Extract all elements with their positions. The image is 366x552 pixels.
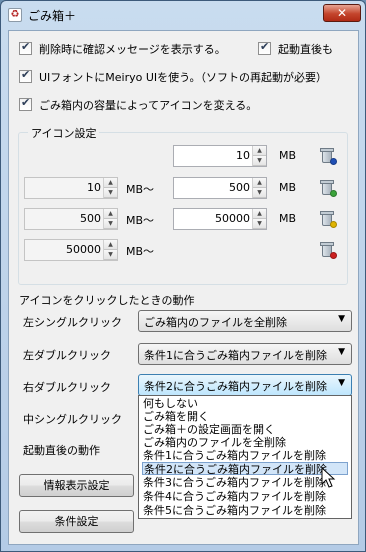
spin-up-icon[interactable]: ▲ bbox=[104, 178, 117, 188]
left-single-value: ごみ箱内のファイルを全削除 bbox=[144, 316, 287, 329]
dropdown-option[interactable]: ごみ箱＋の設定画面を開く bbox=[142, 423, 348, 436]
dropdown-option[interactable]: 何もしない bbox=[142, 397, 348, 410]
dropdown-option[interactable]: 条件1に合うごみ箱内ファイルを削除 bbox=[142, 449, 348, 462]
meiryo-font-checkbox[interactable] bbox=[19, 68, 32, 83]
dialog-body: 削除時に確認メッセージを表示する。 起動直後も UIフォントにMeiryo UI… bbox=[8, 30, 359, 545]
dropdown-option[interactable]: 条件3に合うごみ箱内ファイルを削除 bbox=[142, 476, 348, 489]
icon-settings-title: アイコン設定 bbox=[28, 125, 100, 141]
condition-settings-button[interactable]: 条件設定 bbox=[19, 510, 134, 533]
action-dropdown-list[interactable]: 何もしない ごみ箱を開く ごみ箱＋の設定画面を開く ごみ箱内のファイルを全削除 … bbox=[138, 395, 352, 519]
spin-down-icon[interactable]: ▼ bbox=[253, 188, 266, 198]
dropdown-option[interactable]: 条件5に合うごみ箱内ファイルを削除 bbox=[142, 504, 348, 517]
trash-empty-icon[interactable] bbox=[320, 148, 337, 165]
right-double-value: 条件2に合うごみ箱内ファイルを削除 bbox=[144, 380, 327, 393]
spin-down-icon[interactable]: ▼ bbox=[104, 188, 117, 198]
spin-up-icon[interactable]: ▲ bbox=[253, 209, 266, 219]
chevron-down-icon: ▼ bbox=[338, 314, 345, 324]
spin-down-icon[interactable]: ▼ bbox=[253, 156, 266, 166]
trash-full-icon[interactable] bbox=[320, 242, 337, 259]
spin-up-icon[interactable]: ▲ bbox=[104, 240, 117, 250]
row4-from-spinner[interactable]: 50000 ▲ ▼ bbox=[24, 239, 118, 261]
spin-down-icon[interactable]: ▼ bbox=[104, 250, 117, 260]
left-double-label: 左ダブルクリック bbox=[23, 349, 111, 362]
trash-low-icon[interactable] bbox=[320, 180, 337, 197]
dropdown-option[interactable]: ごみ箱内のファイルを全削除 bbox=[142, 436, 348, 449]
row2-unit: MB bbox=[279, 181, 297, 194]
meiryo-font-label: UIフォントにMeiryo UIを使う。（ソフトの再起動が必要） bbox=[39, 71, 328, 84]
dropdown-option[interactable]: ごみ箱を開く bbox=[142, 410, 348, 423]
left-double-value: 条件1に合うごみ箱内ファイルを削除 bbox=[144, 349, 327, 362]
dropdown-option-selected[interactable]: 条件2に合うごみ箱内ファイルを削除 bbox=[142, 462, 348, 476]
chevron-down-icon: ▼ bbox=[338, 378, 345, 388]
row2-range-suffix: MB～ bbox=[126, 183, 155, 196]
row4-from-value: 50000 bbox=[66, 243, 101, 256]
chevron-down-icon: ▼ bbox=[338, 347, 345, 357]
startup-label: 起動直後も bbox=[278, 43, 333, 56]
row1-to-value: 10 bbox=[236, 149, 250, 162]
trash-mid-icon[interactable] bbox=[320, 211, 337, 228]
spin-down-icon[interactable]: ▼ bbox=[253, 219, 266, 229]
row2-from-value: 10 bbox=[87, 181, 101, 194]
spin-up-icon[interactable]: ▲ bbox=[104, 209, 117, 219]
left-double-select[interactable]: 条件1に合うごみ箱内ファイルを削除 ▼ bbox=[138, 343, 352, 365]
row1-to-spinner[interactable]: 10 ▲ ▼ bbox=[173, 145, 267, 167]
dropdown-option[interactable]: 条件4に合うごみ箱内ファイルを削除 bbox=[142, 490, 348, 503]
settings-window: ♻ ごみ箱＋ ✕ 削除時に確認メッセージを表示する。 起動直後も UIフォントに… bbox=[0, 0, 366, 552]
title-bar[interactable]: ♻ ごみ箱＋ ✕ bbox=[1, 1, 365, 29]
startup-action-label: 起動直後の動作 bbox=[23, 444, 100, 457]
spin-up-icon[interactable]: ▲ bbox=[253, 178, 266, 188]
row2-to-spinner[interactable]: 500 ▲ ▼ bbox=[173, 177, 267, 199]
left-single-label: 左シングルクリック bbox=[23, 316, 122, 329]
click-actions-title: アイコンをクリックしたときの動作 bbox=[19, 294, 195, 307]
row3-to-spinner[interactable]: 50000 ▲ ▼ bbox=[173, 208, 267, 230]
row2-from-spinner[interactable]: 10 ▲ ▼ bbox=[24, 177, 118, 199]
confirm-delete-label: 削除時に確認メッセージを表示する。 bbox=[39, 43, 226, 56]
icon-by-capacity-label: ごみ箱内の容量によってアイコンを変える。 bbox=[39, 99, 258, 112]
trash-app-icon: ♻ bbox=[8, 8, 22, 22]
row3-from-spinner[interactable]: 500 ▲ ▼ bbox=[24, 208, 118, 230]
startup-checkbox[interactable] bbox=[258, 40, 271, 55]
window-title: ごみ箱＋ bbox=[28, 9, 77, 23]
right-double-select[interactable]: 条件2に合うごみ箱内ファイルを削除 ▼ bbox=[138, 374, 352, 396]
left-single-select[interactable]: ごみ箱内のファイルを全削除 ▼ bbox=[138, 310, 352, 332]
right-double-label: 右ダブルクリック bbox=[23, 381, 111, 394]
row3-from-value: 500 bbox=[80, 212, 101, 225]
info-display-settings-button[interactable]: 情報表示設定 bbox=[19, 474, 134, 497]
close-button[interactable]: ✕ bbox=[323, 4, 361, 22]
middle-single-label: 中シングルクリック bbox=[23, 413, 122, 426]
row3-range-suffix: MB～ bbox=[126, 214, 155, 227]
row2-to-value: 500 bbox=[229, 181, 250, 194]
spin-down-icon[interactable]: ▼ bbox=[104, 219, 117, 229]
row3-unit: MB bbox=[279, 212, 297, 225]
mouse-cursor-icon bbox=[321, 467, 336, 488]
row3-to-value: 50000 bbox=[215, 212, 250, 225]
confirm-delete-checkbox[interactable] bbox=[19, 40, 32, 55]
spin-up-icon[interactable]: ▲ bbox=[253, 146, 266, 156]
row1-unit: MB bbox=[279, 149, 297, 162]
icon-by-capacity-checkbox[interactable] bbox=[19, 96, 32, 111]
row4-range-suffix: MB～ bbox=[126, 245, 155, 258]
